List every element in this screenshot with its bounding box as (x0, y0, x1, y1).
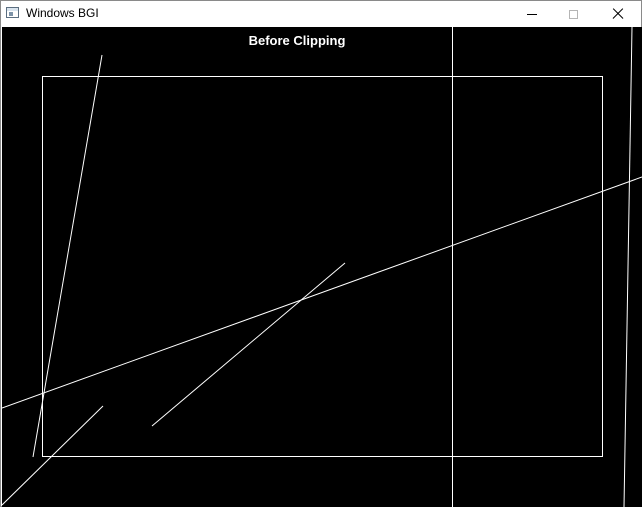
bottom-left-line (2, 405, 104, 506)
maximize-icon (569, 9, 578, 19)
close-icon (612, 8, 624, 20)
maximize-button[interactable] (551, 1, 596, 27)
center-diagonal-line (151, 262, 346, 427)
minimize-button[interactable] (509, 1, 554, 27)
app-window-icon[interactable] (6, 7, 19, 18)
close-button[interactable] (595, 1, 640, 27)
canvas-caption: Before Clipping (248, 33, 346, 48)
minimize-icon (526, 13, 537, 15)
steep-line-left (32, 54, 103, 458)
clipping-window-rect (42, 76, 603, 457)
drawing-surface (2, 27, 642, 507)
long-diagonal-line (2, 176, 642, 409)
window-title: Windows BGI (26, 6, 99, 20)
right-edge-line (623, 27, 633, 507)
graphics-canvas: Before Clipping (2, 27, 642, 507)
bgi-window: Windows BGI Before Clipping (0, 0, 642, 507)
title-bar[interactable]: Windows BGI (1, 1, 641, 27)
